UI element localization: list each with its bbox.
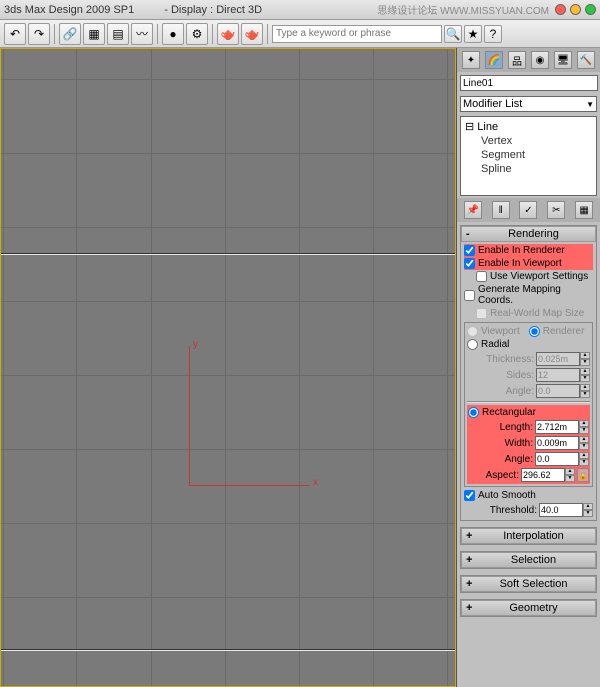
stack-line[interactable]: ⊟ Line bbox=[463, 119, 594, 134]
close-icon[interactable] bbox=[555, 4, 566, 15]
generate-mapping-checkbox[interactable] bbox=[464, 290, 475, 301]
link-button[interactable]: 🔗 bbox=[59, 23, 81, 45]
help-button[interactable]: ? bbox=[484, 25, 502, 43]
spin-down-icon[interactable]: ▼ bbox=[579, 427, 589, 434]
main-toolbar: ↶ ↷ 🔗 ▦ ▤ 〰 ● ⚙ 🫖 🫖 🔍 ★ ? bbox=[0, 20, 600, 48]
undo-button[interactable]: ↶ bbox=[4, 23, 26, 45]
motion-tab-icon[interactable]: ◉ bbox=[531, 51, 549, 69]
enable-renderer-checkbox[interactable] bbox=[464, 245, 475, 256]
sides-input bbox=[536, 368, 580, 382]
spline-object-bottom[interactable] bbox=[1, 649, 455, 651]
enable-viewport-checkbox[interactable] bbox=[464, 258, 475, 269]
use-viewport-settings-checkbox[interactable] bbox=[476, 271, 487, 282]
utilities-tab-icon[interactable]: 🔨 bbox=[577, 51, 595, 69]
hierarchy-tab-icon[interactable]: 品 bbox=[508, 51, 526, 69]
curve-editor-button[interactable]: 〰 bbox=[131, 23, 153, 45]
watermark: 思缘设计论坛 WWW.MISSYUAN.COM bbox=[377, 2, 549, 17]
width-input[interactable] bbox=[535, 436, 579, 450]
remove-modifier-icon[interactable]: ✂ bbox=[547, 201, 565, 219]
thickness-input bbox=[536, 352, 580, 366]
maximize-icon[interactable] bbox=[585, 4, 596, 15]
rollout-interpolation-header[interactable]: +Interpolation bbox=[461, 528, 596, 544]
redo-button[interactable]: ↷ bbox=[28, 23, 50, 45]
angle-input bbox=[536, 384, 580, 398]
auto-smooth-checkbox[interactable] bbox=[464, 490, 475, 501]
display-mode: - Display : Direct 3D bbox=[164, 4, 262, 16]
command-panel-tabs: ✦ 🌈 品 ◉ 🖥 🔨 bbox=[457, 48, 600, 72]
rollout-rendering: -Rendering Enable In Renderer Enable In … bbox=[460, 225, 597, 521]
help-search-input[interactable] bbox=[272, 25, 442, 43]
favorites-button[interactable]: ★ bbox=[464, 25, 482, 43]
app-title: 3ds Max Design 2009 SP1 bbox=[4, 4, 134, 16]
command-panel: ✦ 🌈 品 ◉ 🖥 🔨 Modifier List ⊟ Line Vertex … bbox=[456, 48, 600, 687]
pin-stack-icon[interactable]: 📌 bbox=[464, 201, 482, 219]
viewport[interactable]: x y bbox=[0, 48, 456, 687]
threshold-input[interactable] bbox=[539, 503, 583, 517]
search-button[interactable]: 🔍 bbox=[444, 25, 462, 43]
lock-aspect-icon[interactable]: 🔒 bbox=[577, 468, 589, 482]
axis-y-label: y bbox=[193, 339, 198, 350]
modifier-stack[interactable]: ⊟ Line Vertex Segment Spline bbox=[460, 116, 597, 196]
spin-up-icon: ▲ bbox=[580, 352, 590, 359]
schematic-button[interactable]: ▦ bbox=[83, 23, 105, 45]
modifier-list-dropdown[interactable]: Modifier List bbox=[460, 96, 597, 112]
configure-sets-icon[interactable]: ▦ bbox=[575, 201, 593, 219]
object-name-input[interactable] bbox=[460, 75, 598, 91]
real-world-checkbox bbox=[476, 308, 487, 319]
quick-render-button[interactable]: 🫖 bbox=[241, 23, 263, 45]
angle2-input[interactable] bbox=[535, 452, 579, 466]
viewport-radio bbox=[467, 326, 478, 337]
rollout-soft-selection-header[interactable]: +Soft Selection bbox=[461, 576, 596, 592]
stack-segment[interactable]: Segment bbox=[463, 148, 594, 162]
axis-x-icon bbox=[189, 485, 309, 486]
display-tab-icon[interactable]: 🖥 bbox=[554, 51, 572, 69]
modify-tab-icon[interactable]: 🌈 bbox=[485, 51, 503, 69]
rollout-geometry-header[interactable]: +Geometry bbox=[461, 600, 596, 616]
render-button[interactable]: 🫖 bbox=[217, 23, 239, 45]
aspect-input[interactable] bbox=[521, 468, 565, 482]
spin-down-icon: ▼ bbox=[580, 359, 590, 366]
title-bar: 3ds Max Design 2009 SP1 - Display : Dire… bbox=[0, 0, 600, 20]
length-input[interactable] bbox=[535, 420, 579, 434]
axis-x-label: x bbox=[313, 477, 318, 488]
show-result-icon[interactable]: ‖ bbox=[492, 201, 510, 219]
renderer-radio[interactable] bbox=[529, 326, 540, 337]
window-controls bbox=[555, 4, 596, 15]
create-tab-icon[interactable]: ✦ bbox=[462, 51, 480, 69]
material-button[interactable]: ● bbox=[162, 23, 184, 45]
rollout-selection-header[interactable]: +Selection bbox=[461, 552, 596, 568]
rollout-rendering-header[interactable]: -Rendering bbox=[461, 226, 596, 242]
stack-spline[interactable]: Spline bbox=[463, 162, 594, 176]
render-setup-button[interactable]: ⚙ bbox=[186, 23, 208, 45]
rectangular-radio[interactable] bbox=[468, 407, 479, 418]
layers-button[interactable]: ▤ bbox=[107, 23, 129, 45]
make-unique-icon[interactable]: ✓ bbox=[519, 201, 537, 219]
stack-vertex[interactable]: Vertex bbox=[463, 134, 594, 148]
spin-up-icon[interactable]: ▲ bbox=[579, 420, 589, 427]
minimize-icon[interactable] bbox=[570, 4, 581, 15]
radial-radio[interactable] bbox=[467, 339, 478, 350]
spline-object-top[interactable] bbox=[1, 253, 455, 255]
axis-y-icon bbox=[189, 346, 190, 486]
